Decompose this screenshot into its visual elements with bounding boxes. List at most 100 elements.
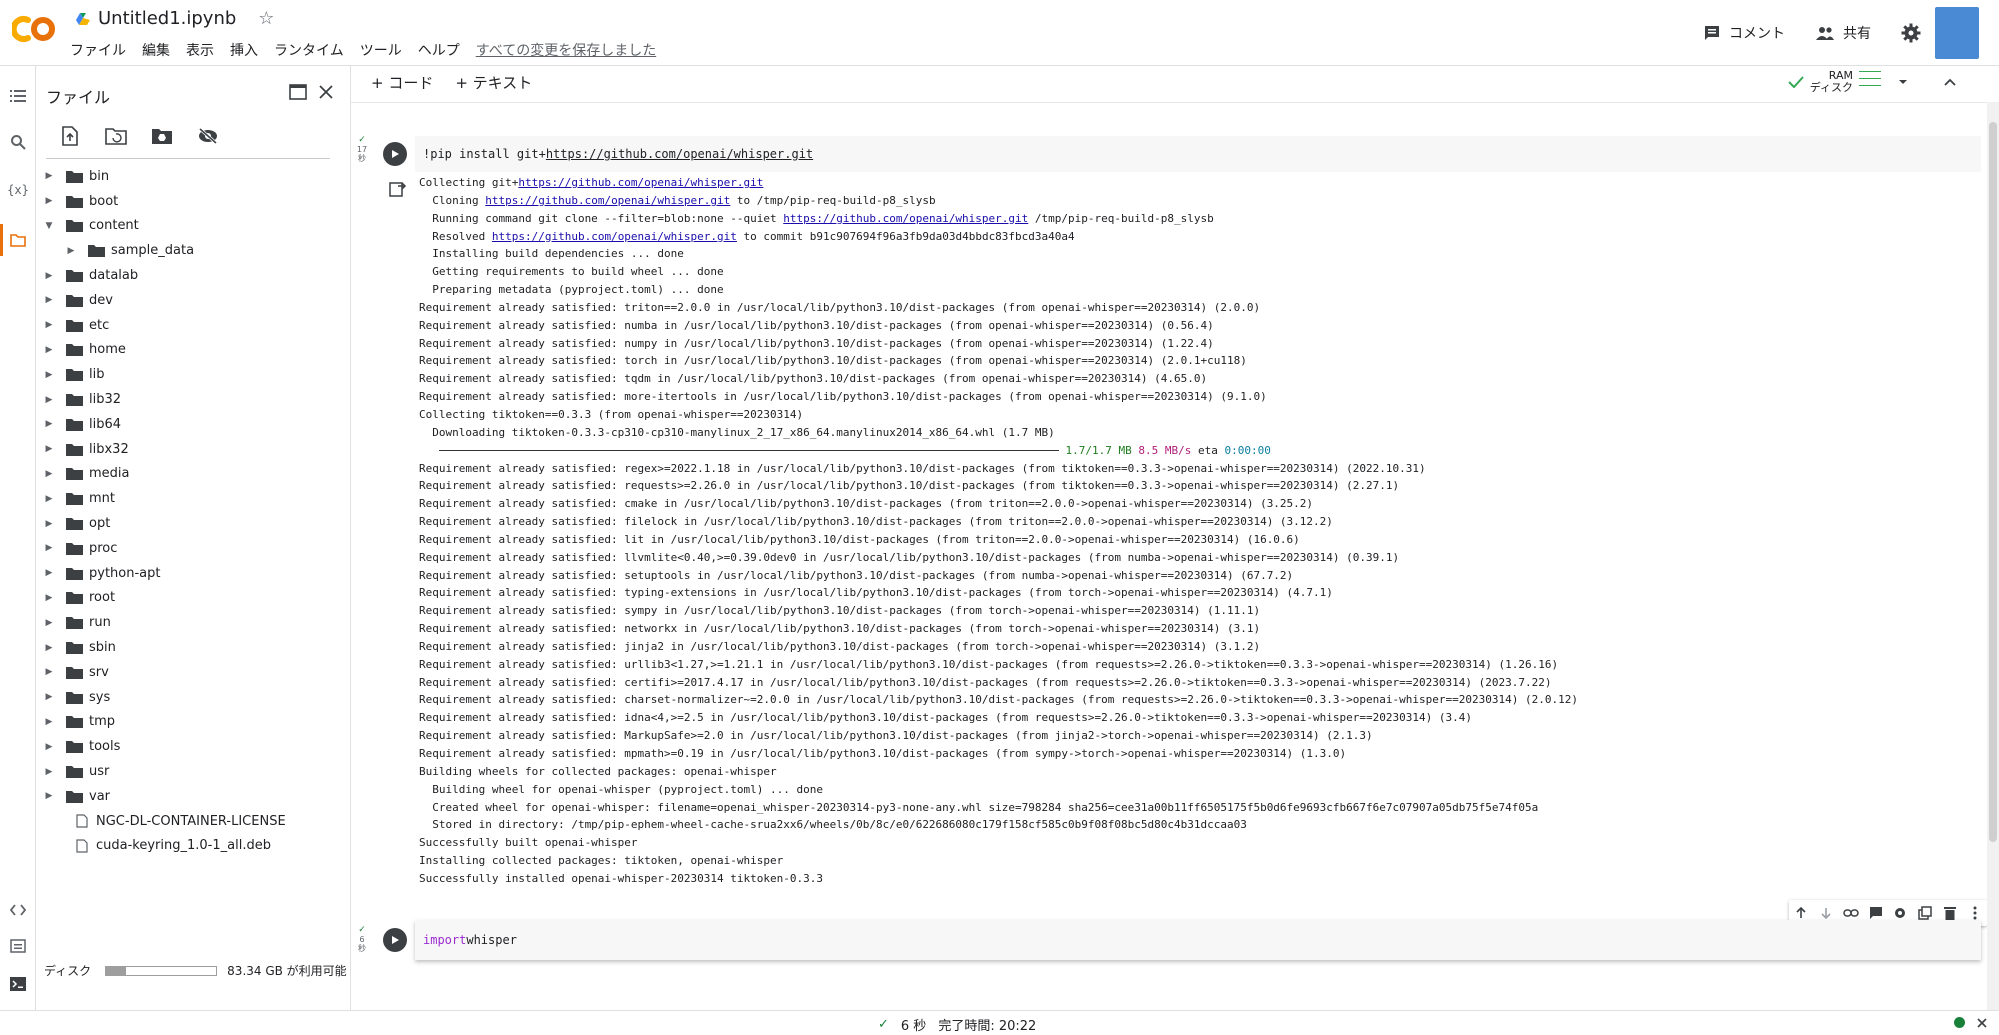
folder-item[interactable]: ▶ root [36, 586, 351, 611]
caret-right-icon[interactable]: ▶ [44, 320, 54, 330]
caret-right-icon[interactable]: ▶ [44, 543, 54, 553]
output-link[interactable]: https://github.com/openai/whisper.git [783, 212, 1028, 225]
folder-item[interactable]: ▶ sys [36, 685, 351, 710]
code-snippets-icon[interactable] [8, 900, 28, 920]
refresh-folder-icon[interactable] [104, 124, 128, 148]
caret-right-icon[interactable]: ▶ [44, 519, 54, 529]
folder-item[interactable]: ▶ lib [36, 362, 351, 387]
output-link[interactable]: https://github.com/openai/whisper.git [485, 194, 730, 207]
menu-edit[interactable]: 編集 [142, 40, 170, 60]
caret-right-icon[interactable]: ▶ [44, 444, 54, 454]
caret-right-icon[interactable]: ▶ [44, 717, 54, 727]
folder-item[interactable]: ▼ content [36, 214, 351, 239]
folder-item[interactable]: ▶ bin [36, 164, 351, 189]
output-link[interactable]: https://github.com/openai/whisper.git [518, 176, 763, 189]
folder-item[interactable]: ▶ proc [36, 536, 351, 561]
folder-item[interactable]: ▶ dev [36, 288, 351, 313]
caret-right-icon[interactable]: ▶ [44, 568, 54, 578]
menu-file[interactable]: ファイル [70, 40, 126, 60]
caret-right-icon[interactable]: ▶ [44, 196, 54, 206]
run-cell-button[interactable] [383, 142, 407, 166]
mount-drive-icon[interactable] [150, 124, 174, 148]
menu-insert[interactable]: 挿入 [230, 40, 258, 60]
folder-item[interactable]: ▶ var [36, 784, 351, 809]
menu-runtime[interactable]: ランタイム [274, 40, 344, 60]
colab-logo[interactable] [12, 14, 58, 44]
notebook-scrollbar[interactable] [1987, 102, 1999, 1011]
caret-right-icon[interactable]: ▶ [44, 395, 54, 405]
folder-item[interactable]: ▶ home [36, 338, 351, 363]
caret-down-icon[interactable]: ▼ [44, 221, 54, 231]
comment-button[interactable]: コメント [1703, 23, 1785, 43]
execution-status[interactable]: ✓ 6 秒 完了時間: 20:22 [878, 1015, 1036, 1034]
caret-right-icon[interactable]: ▶ [44, 345, 54, 355]
folder-item[interactable]: ▶ media [36, 462, 351, 487]
folder-item[interactable]: ▶ srv [36, 660, 351, 685]
folder-item[interactable]: ▶ run [36, 610, 351, 635]
output-options-icon[interactable] [389, 180, 407, 198]
code-editor[interactable]: !pip install git+ https://github.com/open… [415, 136, 1981, 172]
folder-item[interactable]: ▶ lib64 [36, 412, 351, 437]
add-text-button[interactable]: + テキスト [455, 72, 532, 93]
file-item[interactable]: NGC-DL-CONTAINER-LICENSE [36, 809, 351, 834]
caret-right-icon[interactable]: ▶ [44, 171, 54, 181]
caret-right-icon[interactable]: ▶ [44, 667, 54, 677]
caret-right-icon[interactable]: ▶ [44, 494, 54, 504]
folder-item[interactable]: ▶ datalab [36, 263, 351, 288]
close-status-icon[interactable] [1977, 1017, 1987, 1028]
collapse-up-icon[interactable] [1943, 77, 1957, 87]
caret-right-icon[interactable]: ▶ [44, 419, 54, 429]
caret-right-icon[interactable]: ▶ [44, 791, 54, 801]
scrollbar-thumb[interactable] [1989, 122, 1997, 842]
code-editor-2[interactable]: import whisper [415, 920, 1981, 960]
folder-item[interactable]: ▶ lib32 [36, 387, 351, 412]
close-icon[interactable] [316, 82, 336, 102]
terminal-icon[interactable] [8, 974, 28, 994]
folder-item[interactable]: ▶ libx32 [36, 437, 351, 462]
folder-item[interactable]: ▶ opt [36, 511, 351, 536]
menu-help[interactable]: ヘルプ [418, 40, 460, 60]
upload-file-icon[interactable] [58, 124, 82, 148]
run-cell-button-2[interactable] [383, 928, 407, 952]
caret-right-icon[interactable]: ▶ [44, 692, 54, 702]
caret-right-icon[interactable]: ▶ [66, 246, 76, 256]
folder-item[interactable]: ▶ tools [36, 734, 351, 759]
resource-monitor[interactable]: RAM ディスク [1788, 70, 1957, 94]
search-icon[interactable] [8, 132, 28, 152]
folder-item[interactable]: ▶ python-apt [36, 561, 351, 586]
folder-item[interactable]: ▶ mnt [36, 486, 351, 511]
file-item[interactable]: cuda-keyring_1.0-1_all.deb [36, 834, 351, 859]
menu-view[interactable]: 表示 [186, 40, 214, 60]
add-code-button[interactable]: + コード [371, 72, 433, 93]
caret-right-icon[interactable]: ▶ [44, 295, 54, 305]
code-url-link[interactable]: https://github.com/openai/whisper.git [546, 147, 813, 161]
files-folder-icon[interactable] [8, 230, 28, 250]
share-button[interactable]: 共有 [1815, 23, 1871, 43]
caret-right-icon[interactable]: ▶ [44, 469, 54, 479]
output-link[interactable]: https://github.com/openai/whisper.git [492, 230, 737, 243]
caret-right-icon[interactable]: ▶ [44, 271, 54, 281]
variables-icon[interactable]: {x} [7, 180, 29, 200]
folder-item[interactable]: ▶ usr [36, 759, 351, 784]
open-in-tab-icon[interactable] [288, 82, 308, 102]
star-icon[interactable]: ☆ [258, 8, 274, 29]
caret-right-icon[interactable]: ▶ [44, 767, 54, 777]
save-status[interactable]: すべての変更を保存しました [476, 40, 656, 60]
folder-item[interactable]: ▶ etc [36, 313, 351, 338]
gear-icon[interactable] [1901, 23, 1921, 43]
hide-files-icon[interactable] [196, 124, 220, 148]
folder-item[interactable]: ▶ sbin [36, 635, 351, 660]
folder-item[interactable]: ▶ sample_data [36, 238, 351, 263]
account-avatar[interactable] [1935, 7, 1979, 59]
folder-item[interactable]: ▶ tmp [36, 710, 351, 735]
menu-tools[interactable]: ツール [360, 40, 402, 60]
caret-right-icon[interactable]: ▶ [44, 593, 54, 603]
caret-right-icon[interactable]: ▶ [44, 618, 54, 628]
caret-right-icon[interactable]: ▶ [44, 742, 54, 752]
notebook-title[interactable]: Untitled1.ipynb [98, 8, 236, 29]
chevron-down-icon[interactable] [1897, 78, 1909, 86]
caret-right-icon[interactable]: ▶ [44, 370, 54, 380]
table-of-contents-icon[interactable] [8, 86, 28, 106]
folder-item[interactable]: ▶ boot [36, 189, 351, 214]
caret-right-icon[interactable]: ▶ [44, 643, 54, 653]
